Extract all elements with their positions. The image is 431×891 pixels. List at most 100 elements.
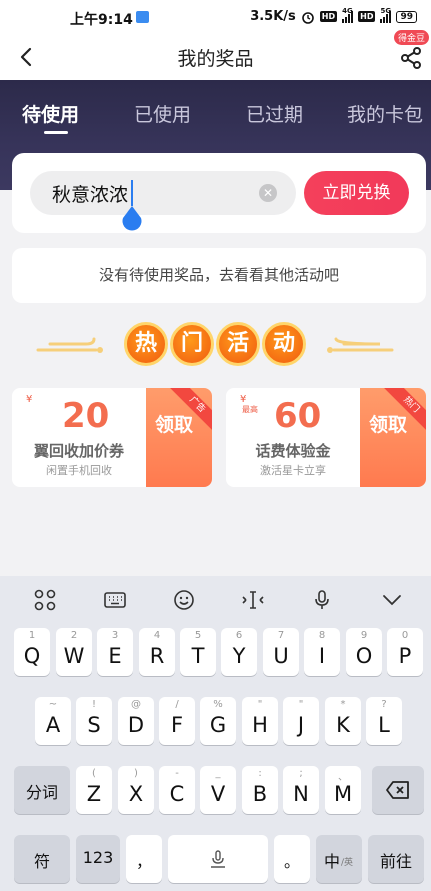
claim-button[interactable]: 领取 热门 [360, 388, 426, 487]
key-m[interactable]: 、 M [325, 766, 361, 814]
key-p[interactable]: 0P [387, 628, 423, 676]
promo-amount: 20 [62, 396, 110, 436]
promo-card-phone-credit[interactable]: ¥ 最高 60 话费体验金 激活星卡立享 领取 热门 [226, 388, 426, 487]
cursor-move-icon[interactable] [241, 588, 265, 612]
hot-char-3: 活 [216, 322, 260, 366]
key-o[interactable]: 9O [346, 628, 382, 676]
hot-char-1: 热 [124, 322, 168, 366]
status-bar: 上午9:14 3.5K/s HD 4G HD 5G 99 [0, 0, 431, 34]
key-r[interactable]: 4R [139, 628, 175, 676]
hot-activities-heading: 热 门 活 动 [0, 318, 431, 374]
emoji-icon[interactable] [172, 588, 196, 612]
key-f[interactable]: / F [159, 697, 195, 745]
cursor-handle-icon[interactable] [121, 206, 143, 232]
go-key[interactable]: 前往 [368, 835, 424, 883]
key-x[interactable]: ) X [118, 766, 154, 814]
claim-label: 领取 [154, 414, 193, 436]
promo-info: ¥ 20 翼回收加价券 闲置手机回收 [12, 388, 146, 487]
keyboard-layout-icon[interactable] [103, 588, 127, 612]
share-icon[interactable] [399, 46, 423, 70]
tab-bar: 待使用 已使用 已过期 我的卡包 [0, 100, 431, 140]
key-b[interactable]: :B [242, 766, 278, 814]
text-caret [131, 180, 133, 206]
key-w[interactable]: 2W [56, 628, 92, 676]
key-g[interactable]: % G [200, 697, 236, 745]
tab-unused[interactable]: 待使用 [22, 100, 79, 127]
page-title: 我的奖品 [177, 48, 254, 70]
key-h[interactable]: " H [242, 697, 278, 745]
promo-info: ¥ 最高 60 话费体验金 激活星卡立享 [226, 388, 360, 487]
alarm-icon [301, 11, 314, 24]
microphone-icon[interactable] [310, 588, 334, 612]
symbol-key[interactable]: 符 [14, 835, 70, 883]
signal-4g: 4G [342, 7, 354, 23]
promo-title: 翼回收加价券 [33, 442, 124, 460]
key-y[interactable]: 6Y [221, 628, 257, 676]
number-key[interactable]: 123 [76, 835, 120, 883]
key-u[interactable]: 7U [263, 628, 299, 676]
key-q[interactable]: 1Q [14, 628, 50, 676]
signal-5g: 5G [380, 7, 392, 23]
status-time: 上午9:14 [70, 12, 133, 28]
claim-button[interactable]: 领取 广告 [146, 388, 212, 487]
lang-sub-label: /英 [341, 858, 354, 868]
key-s[interactable]: ! S [76, 697, 112, 745]
key-z[interactable]: (Z [76, 766, 112, 814]
status-indicators: 3.5K/s HD 4G HD 5G 99 [250, 7, 417, 24]
soft-keyboard: 1Q 2W 3E 4R 5T 6Y 7U 8I 9O 0P ~ A ! S @ D /… [0, 576, 431, 891]
key-i[interactable]: 8I [304, 628, 340, 676]
hot-char-4: 动 [262, 322, 306, 366]
key-v[interactable]: _ V [200, 766, 236, 814]
tab-expired[interactable]: 已过期 [246, 100, 303, 127]
lang-label: 中 [324, 852, 341, 871]
collapse-keyboard-icon[interactable] [380, 588, 404, 612]
promo-title: 话费体验金 [255, 442, 331, 460]
key-d[interactable]: @ D [118, 697, 154, 745]
key-c[interactable]: -C [159, 766, 195, 814]
hd-badge-1: HD [319, 11, 338, 22]
backspace-icon [386, 781, 409, 799]
period-key[interactable]: 。 [274, 835, 310, 883]
claim-label: 领取 [368, 414, 407, 436]
decorative-cloud-right [327, 337, 394, 353]
key-k[interactable]: * K [325, 697, 361, 745]
coin-badge[interactable]: 得金豆 [393, 30, 429, 45]
empty-prizes-notice: 没有待使用奖品，去看看其他活动吧 [12, 248, 426, 303]
key-t[interactable]: 5T [180, 628, 216, 676]
clear-input-icon[interactable]: ✕ [259, 184, 277, 202]
key-l[interactable]: ? L [366, 697, 402, 745]
network-type-1: 4G [342, 6, 353, 15]
key-n[interactable]: ; N [283, 766, 319, 814]
space-key[interactable] [168, 835, 268, 883]
promo-subtitle: 激活星卡立享 [260, 464, 326, 477]
segment-key[interactable]: 分词 [14, 766, 70, 814]
redeem-code-input[interactable] [30, 171, 296, 215]
promo-currency: ¥ [26, 394, 33, 405]
apps-grid-icon[interactable] [33, 588, 57, 612]
tab-used[interactable]: 已使用 [134, 100, 191, 127]
battery-icon: 99 [396, 10, 417, 23]
comma-key[interactable]: ， [126, 835, 162, 883]
promo-max-label: 最高 [242, 405, 258, 414]
app-notification-icon [136, 11, 149, 23]
redeem-now-button[interactable]: 立即兑换 [304, 171, 409, 215]
promo-amount: 60 [274, 396, 322, 436]
decorative-cloud-left [36, 337, 103, 353]
app-header: 我的奖品 得金豆 [0, 30, 431, 80]
language-switch-key[interactable]: 中 /英 [316, 835, 362, 883]
space-mic-icon [211, 850, 225, 868]
tab-my-cards[interactable]: 我的卡包 [347, 100, 423, 127]
backspace-key[interactable] [372, 766, 424, 814]
key-e[interactable]: 3E [97, 628, 133, 676]
hot-char-2: 门 [170, 322, 214, 366]
keyboard-toolbar [0, 576, 431, 624]
promo-subtitle: 闲置手机回收 [46, 464, 112, 477]
network-type-2: 5G [380, 6, 392, 15]
key-j[interactable]: " J [283, 697, 319, 745]
hd-badge-2: HD [358, 11, 376, 22]
redeem-card: ✕ 立即兑换 [12, 153, 426, 233]
net-speed: 3.5K/s [250, 9, 296, 24]
promo-card-recycle[interactable]: ¥ 20 翼回收加价券 闲置手机回收 领取 广告 [12, 388, 212, 487]
key-a[interactable]: ~ A [35, 697, 71, 745]
active-tab-indicator [44, 131, 68, 134]
